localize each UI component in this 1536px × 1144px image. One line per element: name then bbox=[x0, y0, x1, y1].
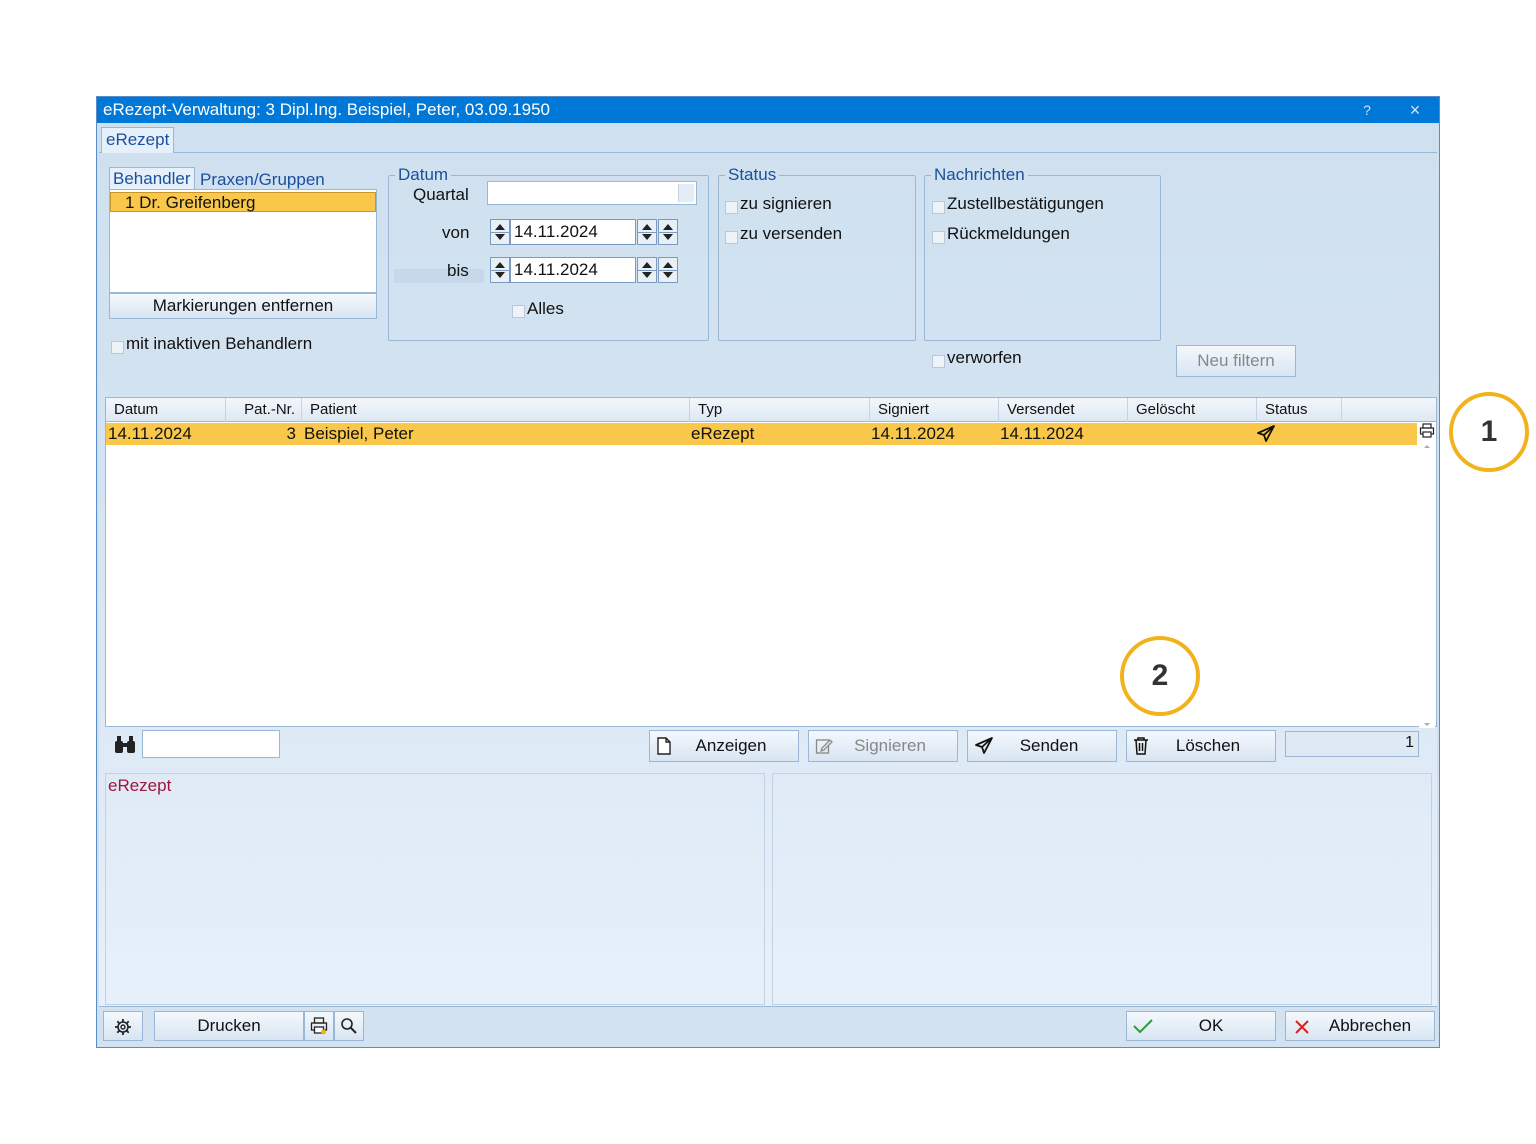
bis-spin-right-2[interactable] bbox=[658, 257, 678, 283]
loeschen-button[interactable]: Löschen bbox=[1126, 730, 1276, 762]
zu-versenden-checkbox[interactable] bbox=[725, 231, 738, 244]
zustell-checkbox[interactable] bbox=[932, 201, 945, 214]
document-icon bbox=[657, 737, 671, 755]
print-button[interactable] bbox=[304, 1011, 334, 1041]
zu-versenden-label: zu versenden bbox=[740, 224, 843, 243]
tab-behandler[interactable]: Behandler bbox=[109, 167, 195, 190]
printer-icon bbox=[310, 1017, 328, 1035]
rueckmeldungen-label: Rückmeldungen bbox=[947, 224, 1070, 243]
cell-datum: 14.11.2024 bbox=[108, 424, 192, 443]
ok-button[interactable]: OK bbox=[1126, 1011, 1276, 1041]
binoculars-icon[interactable] bbox=[113, 735, 137, 755]
close-button[interactable]: × bbox=[1395, 97, 1435, 123]
table-scrollbar[interactable] bbox=[1419, 443, 1435, 728]
col-typ[interactable]: Typ bbox=[690, 398, 870, 422]
inactive-behandler-checkbox[interactable] bbox=[111, 341, 124, 354]
gear-icon bbox=[115, 1019, 131, 1035]
search-input[interactable] bbox=[142, 730, 280, 758]
record-count: 1 bbox=[1285, 731, 1419, 757]
detail-pane-right bbox=[772, 773, 1432, 1005]
table-row[interactable]: 14.11.2024 3 Beispiel, Peter eRezept 14.… bbox=[106, 423, 1417, 445]
zustell-label: Zustellbestätigungen bbox=[947, 194, 1104, 213]
quartal-label: Quartal bbox=[413, 185, 469, 204]
inactive-behandler-label: mit inaktiven Behandlern bbox=[126, 334, 313, 353]
erezept-table: Datum Pat.-Nr. Patient Typ Signiert Vers… bbox=[105, 397, 1437, 728]
erezept-window: eRezept-Verwaltung: 3 Dipl.Ing. Beispiel… bbox=[96, 96, 1440, 1048]
quartal-select[interactable] bbox=[487, 181, 697, 205]
col-geloescht[interactable]: Gelöscht bbox=[1128, 398, 1257, 422]
abbrechen-button[interactable]: Abbrechen bbox=[1285, 1011, 1435, 1041]
verworfen-checkbox[interactable] bbox=[932, 355, 945, 368]
cell-patient: Beispiel, Peter bbox=[304, 424, 414, 443]
col-patnr[interactable]: Pat.-Nr. bbox=[226, 398, 302, 422]
bis-date-input[interactable]: 14.11.2024 bbox=[510, 257, 636, 283]
von-label: von bbox=[442, 223, 470, 242]
edit-icon bbox=[815, 739, 833, 754]
cell-signiert: 14.11.2024 bbox=[871, 424, 955, 443]
chevron-down-icon bbox=[678, 184, 694, 202]
search-icon bbox=[341, 1018, 357, 1034]
help-button[interactable]: ? bbox=[1347, 97, 1387, 123]
neu-filtern-button[interactable]: Neu filtern bbox=[1176, 345, 1296, 377]
zu-signieren-checkbox[interactable] bbox=[725, 201, 738, 214]
verworfen-label: verworfen bbox=[947, 348, 1022, 367]
rueckmeldungen-checkbox[interactable] bbox=[932, 231, 945, 244]
cell-versendet: 14.11.2024 bbox=[1000, 424, 1084, 443]
zu-signieren-label: zu signieren bbox=[740, 194, 832, 213]
col-status[interactable]: Status bbox=[1257, 398, 1342, 422]
detail-pane-left: eRezept bbox=[105, 773, 765, 1005]
check-icon bbox=[1133, 1019, 1153, 1034]
col-signiert[interactable]: Signiert bbox=[870, 398, 999, 422]
printer-icon[interactable] bbox=[1419, 423, 1435, 439]
window-title: eRezept-Verwaltung: 3 Dipl.Ing. Beispiel… bbox=[103, 100, 551, 119]
behandler-item[interactable]: 1 Dr. Greifenberg bbox=[110, 192, 376, 212]
bis-spin-right[interactable] bbox=[637, 257, 657, 283]
table-header: Datum Pat.-Nr. Patient Typ Signiert Vers… bbox=[106, 398, 1436, 422]
senden-button[interactable]: Senden bbox=[967, 730, 1117, 762]
send-icon bbox=[975, 737, 993, 754]
close-icon bbox=[1295, 1020, 1309, 1034]
client-area: eRezept Behandler Praxen/Gruppen 1 Dr. G… bbox=[99, 123, 1437, 1047]
callout-2: 2 bbox=[1120, 636, 1200, 716]
callout-1: 1 bbox=[1449, 392, 1529, 472]
col-patient[interactable]: Patient bbox=[302, 398, 690, 422]
anzeigen-button[interactable]: Anzeigen bbox=[649, 730, 799, 762]
status-title: Status bbox=[725, 165, 780, 185]
send-icon bbox=[1257, 425, 1275, 442]
von-spin-right-2[interactable] bbox=[658, 219, 678, 245]
drucken-button[interactable]: Drucken bbox=[154, 1011, 304, 1041]
tab-praxen-gruppen[interactable]: Praxen/Gruppen bbox=[200, 169, 325, 191]
detail-label: eRezept bbox=[108, 776, 172, 795]
datum-title: Datum bbox=[395, 165, 452, 185]
preview-button[interactable] bbox=[334, 1011, 364, 1041]
alles-checkbox[interactable] bbox=[512, 305, 525, 318]
cell-patnr: 3 bbox=[286, 424, 296, 443]
bis-label: bis bbox=[447, 261, 469, 280]
behandler-list: 1 Dr. Greifenberg bbox=[109, 189, 377, 293]
col-datum[interactable]: Datum bbox=[106, 398, 226, 422]
trash-icon bbox=[1134, 737, 1148, 755]
title-bar: eRezept-Verwaltung: 3 Dipl.Ing. Beispiel… bbox=[97, 97, 1439, 123]
bis-spin-left[interactable] bbox=[490, 257, 510, 283]
signieren-button[interactable]: Signieren bbox=[808, 730, 958, 762]
tab-erezept[interactable]: eRezept bbox=[101, 127, 175, 153]
alles-label: Alles bbox=[527, 299, 564, 318]
col-versendet[interactable]: Versendet bbox=[999, 398, 1128, 422]
clear-selection-button[interactable]: Markierungen entfernen bbox=[109, 293, 377, 319]
nachrichten-title: Nachrichten bbox=[931, 165, 1028, 185]
von-date-input[interactable]: 14.11.2024 bbox=[510, 219, 636, 245]
von-spin-left[interactable] bbox=[490, 219, 510, 245]
settings-button[interactable] bbox=[103, 1011, 143, 1041]
von-spin-right[interactable] bbox=[637, 219, 657, 245]
cell-typ: eRezept bbox=[691, 424, 755, 443]
